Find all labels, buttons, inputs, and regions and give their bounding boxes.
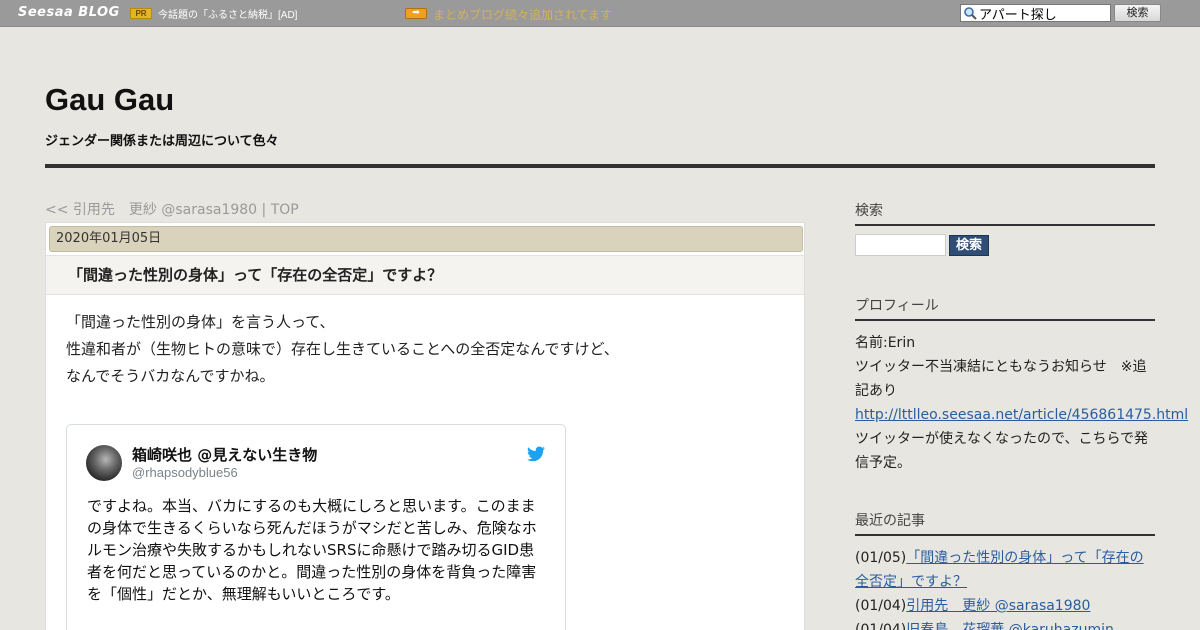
recent-list: (01/05)「間違った性別の身体」って「存在の全否定」ですよ？ (01/04)… xyxy=(855,546,1155,630)
promo-link[interactable]: まとめブログ続々追加されてます xyxy=(433,6,612,23)
sidebar-search-button[interactable]: 検索 xyxy=(949,235,989,256)
article-line: なんでそうバカなんですかね。 xyxy=(66,367,275,385)
twitter-bird-icon[interactable] xyxy=(527,446,545,462)
sidebar-search-heading: 検索 xyxy=(855,200,1155,226)
sidebar-search: 検索 検索 xyxy=(855,200,1155,256)
top-bar: Seesaa BLOG PR 今話題の「ふるさと納税」[AD] ➡ まとめブログ… xyxy=(0,0,1200,27)
recent-date: (01/05) xyxy=(855,550,907,566)
list-item: (01/04)旧春島 花瑠華 @karuhazumin xyxy=(855,618,1155,630)
seesaa-blog-logo[interactable]: Seesaa BLOG xyxy=(18,5,120,20)
profile-body: 名前:Erin ツイッター不当凍結にともなうお知らせ ※追記あり http://… xyxy=(855,331,1188,475)
top-search-input[interactable] xyxy=(979,5,1109,21)
pr-ad-link[interactable]: 今話題の「ふるさと納税」[AD] xyxy=(158,6,297,21)
list-item: (01/04)引用先 更紗 @sarasa1980 xyxy=(855,594,1155,618)
top-search-button[interactable]: 検索 xyxy=(1114,4,1161,22)
article: 2020年01月05日 「間違った性別の身体」って「存在の全否定」ですよ？ 「間… xyxy=(45,222,805,630)
top-search-field[interactable] xyxy=(960,4,1111,22)
article-body: 「間違った性別の身体」を言う人って、 性違和者が（生物ヒトの意味で）存在し生きて… xyxy=(66,309,619,390)
list-item: (01/05)「間違った性別の身体」って「存在の全否定」ですよ？ xyxy=(855,546,1155,594)
nav-separator: | xyxy=(257,202,271,218)
recent-heading: 最近の記事 xyxy=(855,510,1155,536)
article-line: 「間違った性別の身体」を言う人って、 xyxy=(66,313,335,331)
recent-link[interactable]: 引用先 更紗 @sarasa1980 xyxy=(906,598,1090,614)
site-description: ジェンダー関係または周辺について色々 xyxy=(45,134,279,149)
article-nav: << 引用先 更紗 @sarasa1980 | TOP xyxy=(45,199,299,219)
article-line: 性違和者が（生物ヒトの意味で）存在し生きていることへの全否定なんですけど、 xyxy=(66,340,619,358)
tweet-author-name[interactable]: 箱崎咲也 @見えない生き物 xyxy=(132,444,317,465)
article-title[interactable]: 「間違った性別の身体」って「存在の全否定」ですよ？ xyxy=(46,255,804,295)
profile-link[interactable]: http://lttlleo.seesaa.net/article/456861… xyxy=(855,407,1188,423)
embedded-tweet[interactable]: 箱崎咲也 @見えない生き物 @rhapsodyblue56 ですよね。本当、バカ… xyxy=(66,424,566,630)
sidebar-search-input[interactable] xyxy=(855,234,946,256)
prev-article-link[interactable]: << 引用先 更紗 @sarasa1980 xyxy=(45,202,257,218)
arrow-right-icon: ➡ xyxy=(405,8,427,19)
recent-date: (01/04) xyxy=(855,622,907,630)
avatar[interactable] xyxy=(86,445,122,481)
profile-heading: プロフィール xyxy=(855,295,1155,321)
profile-note: ツイッター不当凍結にともなうお知らせ ※追記あり xyxy=(855,359,1147,399)
recent-date: (01/04) xyxy=(855,598,907,614)
search-icon xyxy=(964,7,977,20)
sidebar-recent: 最近の記事 (01/05)「間違った性別の身体」って「存在の全否定」ですよ？ (… xyxy=(855,510,1155,630)
top-link[interactable]: TOP xyxy=(271,202,299,218)
article-date: 2020年01月05日 xyxy=(49,226,803,252)
tweet-text: ですよね。本当、バカにするのも大概にしろと思います。このままの身体で生きるくらい… xyxy=(87,497,537,603)
sidebar-profile: プロフィール 名前:Erin ツイッター不当凍結にともなうお知らせ ※追記あり … xyxy=(855,295,1188,475)
pr-badge: PR xyxy=(130,8,152,19)
profile-note2: ツイッターが使えなくなったので、こちらで発信予定。 xyxy=(855,431,1149,471)
recent-link[interactable]: 旧春島 花瑠華 @karuhazumin xyxy=(906,622,1114,630)
profile-name: 名前:Erin xyxy=(855,335,916,351)
tweet-author-handle[interactable]: @rhapsodyblue56 xyxy=(132,465,238,480)
header-divider xyxy=(45,164,1155,168)
site-title[interactable]: Gau Gau xyxy=(45,82,174,118)
